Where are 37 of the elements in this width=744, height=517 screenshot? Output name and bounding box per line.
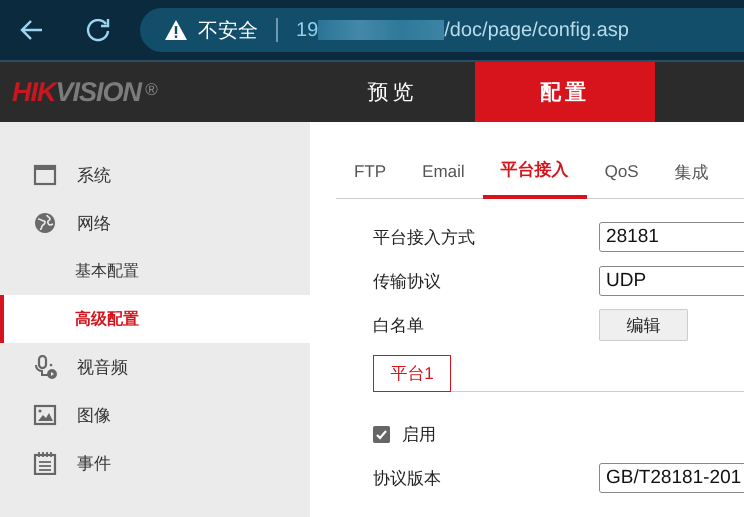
sidebar-item[interactable]: 事件	[77, 452, 111, 474]
sidebar-subitem[interactable]: 基本配置	[75, 260, 139, 282]
form-label: 白名单	[373, 314, 425, 336]
sidebar-item[interactable]: 系统	[77, 164, 111, 186]
brand-logo: HIKVISION	[12, 76, 142, 108]
input-field[interactable]: 28181	[599, 222, 744, 252]
tab[interactable]: 集成	[656, 149, 727, 199]
warning-icon	[164, 19, 188, 41]
tab[interactable]: QoS	[586, 149, 657, 199]
registered-mark: ®	[145, 80, 157, 100]
edit-button[interactable]: 编辑	[599, 309, 688, 341]
input-field[interactable]: GB/T28181-201	[599, 463, 744, 493]
checkbox-label: 启用	[402, 424, 436, 446]
url-path: /doc/page/config.asp	[444, 18, 629, 42]
reload-icon[interactable]	[84, 16, 112, 44]
form-label: 平台接入方式	[373, 226, 476, 248]
microphone-play-icon	[33, 355, 57, 379]
tab[interactable]: 平台接入	[482, 149, 587, 199]
nav-tab[interactable]: 预览	[310, 62, 475, 122]
notepad-icon	[33, 451, 57, 475]
sidebar-item[interactable]: 视音频	[77, 356, 128, 378]
sidebar-item[interactable]: 图像	[77, 404, 111, 426]
sidebar-item[interactable]: 网络	[77, 212, 111, 234]
sidebar-subitem[interactable]: 高级配置	[75, 308, 139, 330]
form-label: 传输协议	[373, 270, 442, 292]
tab[interactable]: Email	[404, 149, 483, 199]
input-field[interactable]: UDP	[599, 266, 744, 296]
url-host: 19	[296, 18, 318, 42]
window-icon	[33, 163, 57, 187]
security-label: 不安全	[198, 18, 258, 44]
form-label: 协议版本	[373, 468, 442, 490]
tab[interactable]: FTP	[336, 149, 404, 199]
address-bar[interactable]: 不安全 19 /doc/page/config.asp	[140, 8, 744, 52]
platform-tab[interactable]: 平台1	[373, 355, 451, 392]
image-icon	[33, 403, 57, 427]
nav-tab[interactable]: 配置	[475, 62, 655, 122]
checkbox[interactable]	[373, 426, 390, 442]
